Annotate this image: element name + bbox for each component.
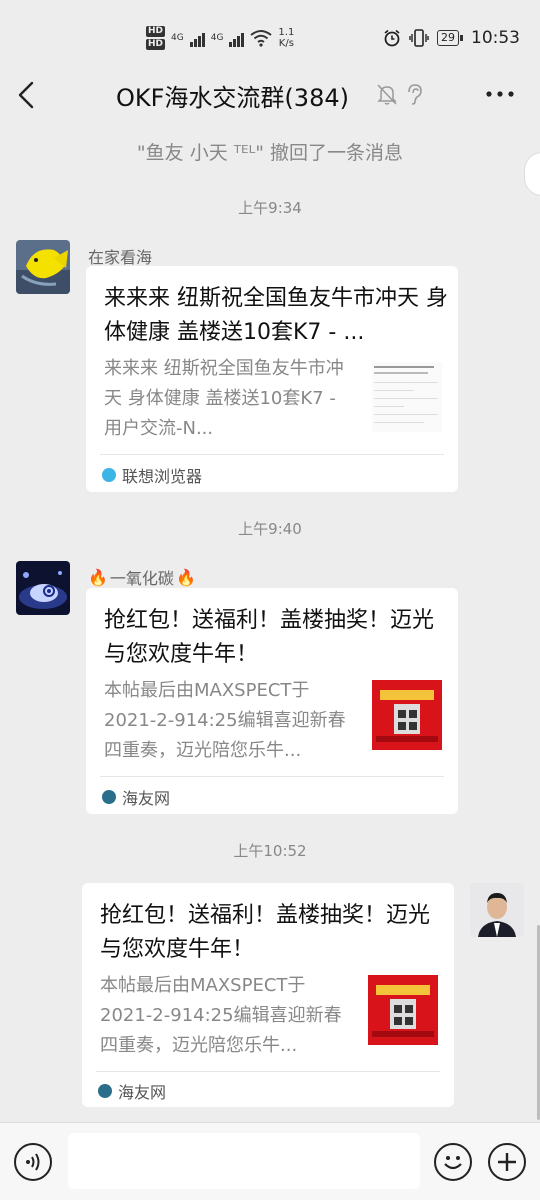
alarm-icon [384,29,400,47]
sender-name: 在家看海 [88,244,152,268]
avatar[interactable] [16,561,70,615]
fire-emoji-icon: 🔥 [88,567,108,587]
smiley-icon [444,1156,462,1170]
card-description: 来来来 纽斯祝全国鱼友牛市冲天 身体健康 盖楼送10套K7 - 用户交流-N..… [104,358,344,439]
network-type-1: 4G [171,33,184,43]
card-divider [100,454,444,455]
voice-wave-icon [26,1153,40,1171]
earpiece-icon [408,84,422,105]
haiyou-site-icon [102,790,116,804]
clock: 10:53 [471,28,520,48]
hd-badge-1: HD [146,26,166,37]
card-description: 本帖最后由MAXSPECT于2021-2-914:25编辑喜迎新春四重奏，迈光陪… [104,680,346,761]
speed-unit: K/s [278,38,294,49]
wifi-icon [250,30,273,47]
back-arrow-icon[interactable] [14,80,40,110]
source-name: 海友网 [118,1083,167,1102]
battery-icon: 29 [437,30,463,46]
vibrate-icon [409,29,429,47]
card-title: 来来来 纽斯祝全国鱼友牛市冲天 身体健康 盖楼送10套K7 - ... [104,286,448,345]
source-name: 联想浏览器 [122,467,203,486]
network-indicators: HD HD 4G 4G 1.1 K/s [146,26,294,50]
card-title: 抢红包！送福利！盖楼抽奖！迈光与您欢度牛年！ [100,903,431,962]
fire-emoji-icon: 🔥 [175,567,196,587]
yellow-tang-avatar-image [16,240,70,294]
avatar[interactable] [470,883,524,937]
plus-icon [498,1153,516,1171]
card-thumbnail [372,362,442,432]
more-functions-button[interactable] [488,1143,526,1181]
promo-thumbnail-image [372,680,442,750]
mute-bell-icon [377,84,397,105]
message-input[interactable] [68,1133,420,1189]
card-description: 本帖最后由MAXSPECT于2021-2-914:25编辑喜迎新春四重奏，迈光陪… [100,975,342,1056]
system-indicators: 29 10:53 [383,28,520,48]
card-source: 海友网 [98,1079,166,1103]
hd-badge-2: HD [146,39,166,50]
signal-icon-2 [229,29,245,47]
network-type-2: 4G [210,33,224,43]
more-options-icon[interactable] [484,82,516,106]
card-thumbnail [372,680,442,750]
network-speed: 1.1 K/s [278,27,294,49]
card-divider [100,776,444,777]
self-avatar-image [470,883,524,937]
card-title: 抢红包！送福利！盖楼抽奖！迈光与您欢度牛年！ [104,608,435,667]
message-timestamp: 上午9:40 [238,520,302,538]
document-thumbnail-image [372,362,442,432]
card-divider [96,1071,440,1072]
haiyou-site-icon [98,1084,112,1098]
side-float-tab[interactable] [524,152,540,196]
sender-name: 🔥 一氧化碳 🔥 [88,565,196,589]
promo-thumbnail-image [368,975,438,1045]
link-card[interactable]: 来来来 纽斯祝全国鱼友牛市冲天 身体健康 盖楼送10套K7 - ... 来来来 … [86,266,458,492]
source-name: 海友网 [122,789,171,808]
reef-avatar-image [16,561,70,615]
card-thumbnail [368,975,438,1045]
signal-icon-1 [189,29,205,47]
sender-name-text: 一氧化碳 [109,569,174,588]
card-source: 联想浏览器 [102,463,202,487]
recall-notice: "鱼友 小天 ᵀᴱᴸ" 撤回了一条消息 [136,142,404,164]
voice-button[interactable] [14,1143,52,1181]
emoji-button[interactable] [434,1143,472,1181]
speed-value: 1.1 [278,27,295,38]
chat-title: OKF海水交流群(384) [116,84,349,112]
message-timestamp: 上午10:52 [233,842,307,860]
link-card[interactable]: 抢红包！送福利！盖楼抽奖！迈光与您欢度牛年！ 本帖最后由MAXSPECT于202… [82,883,454,1107]
message-timestamp: 上午9:34 [238,199,302,217]
sender-name-text: 在家看海 [88,248,153,267]
lenovo-browser-icon [102,468,116,482]
avatar[interactable] [16,240,70,294]
input-bar [0,1122,540,1200]
card-source: 海友网 [102,785,170,809]
hd-badges: HD HD [146,26,166,50]
chat-header: OKF海水交流群(384) [0,60,540,128]
link-card[interactable]: 抢红包！送福利！盖楼抽奖！迈光与您欢度牛年！ 本帖最后由MAXSPECT于202… [86,588,458,814]
